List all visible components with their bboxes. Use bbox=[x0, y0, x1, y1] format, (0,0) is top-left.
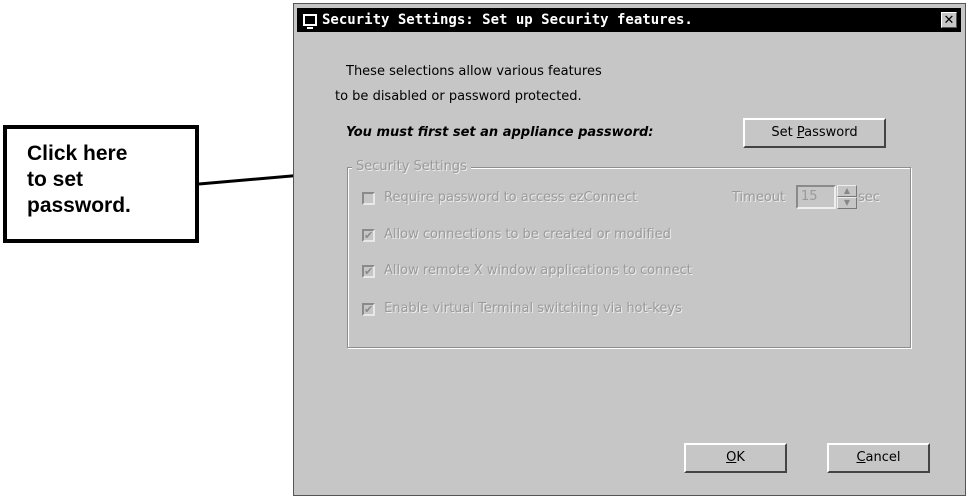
intro-line-2: to be disabled or password protected. bbox=[335, 89, 582, 104]
cancel-button[interactable]: Cancel bbox=[827, 443, 930, 473]
spin-up-icon[interactable]: ▲ bbox=[837, 185, 857, 197]
callout-box: Click here to set password. bbox=[3, 125, 199, 243]
timeout-unit: sec bbox=[858, 190, 880, 205]
must-set-password-label: You must first set an appliance password… bbox=[346, 125, 654, 140]
security-settings-dialog: Security Settings: Set up Security featu… bbox=[293, 3, 966, 496]
option-enable-vt-switching-label: Enable virtual Terminal switching via ho… bbox=[384, 301, 682, 316]
timeout-spinner[interactable]: ▲ ▼ bbox=[837, 185, 857, 209]
title-bar[interactable]: Security Settings: Set up Security featu… bbox=[297, 8, 961, 32]
close-button[interactable]: ✕ bbox=[941, 12, 957, 28]
timeout-label: Timeout bbox=[732, 190, 786, 205]
ok-button[interactable]: OK bbox=[684, 443, 787, 473]
checkbox-allow-connections[interactable]: ✔ bbox=[362, 229, 375, 242]
window-title: Security Settings: Set up Security featu… bbox=[322, 12, 693, 28]
option-require-password-label: Require password to access ezConnect bbox=[384, 190, 638, 205]
window-menu-icon[interactable] bbox=[303, 14, 317, 29]
group-title: Security Settings bbox=[352, 159, 471, 174]
checkbox-require-password[interactable] bbox=[362, 192, 375, 205]
intro-line-1: These selections allow various features bbox=[346, 64, 602, 79]
spin-down-icon[interactable]: ▼ bbox=[837, 197, 857, 209]
checkbox-allow-remote-x[interactable]: ✔ bbox=[362, 265, 375, 278]
callout-line-2: to set bbox=[27, 168, 84, 191]
callout-line-1: Click here bbox=[27, 142, 128, 165]
set-password-button[interactable]: Set Password bbox=[743, 118, 886, 148]
timeout-input[interactable]: 15 bbox=[796, 185, 836, 209]
callout-line-3: password. bbox=[27, 194, 131, 217]
option-allow-connections-label: Allow connections to be created or modif… bbox=[384, 227, 671, 242]
checkbox-enable-vt-switching[interactable]: ✔ bbox=[362, 303, 375, 316]
option-allow-remote-x-label: Allow remote X window applications to co… bbox=[384, 263, 692, 278]
